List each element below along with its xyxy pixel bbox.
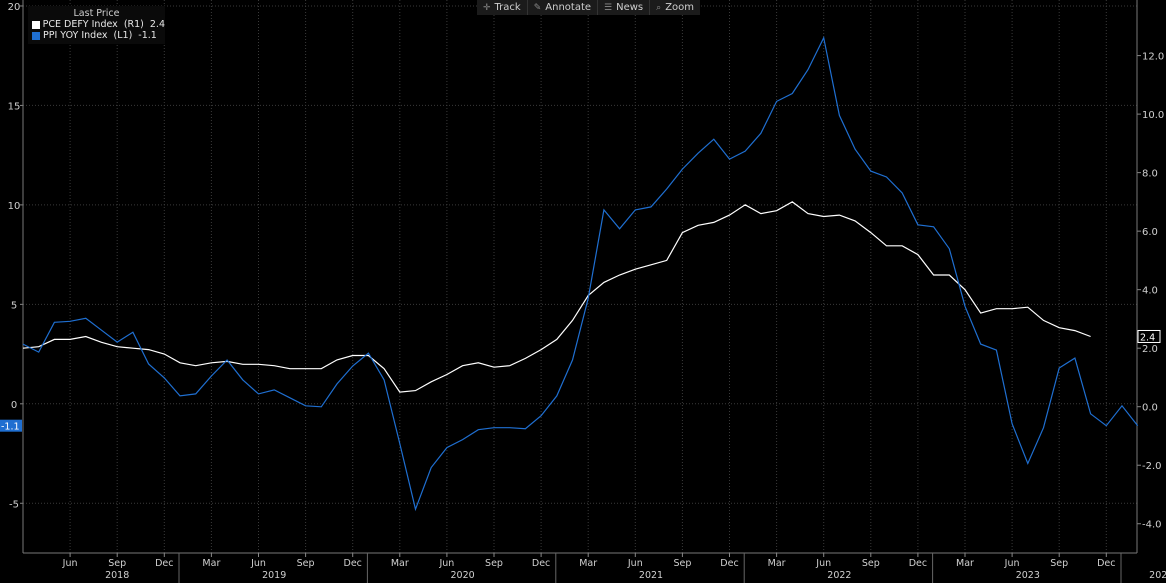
left-tick-label: 0 xyxy=(11,400,17,411)
x-month-label: Dec xyxy=(532,558,550,569)
x-month-label: Dec xyxy=(720,558,738,569)
x-month-label: Dec xyxy=(909,558,927,569)
legend-name-ppi: PPI YOY Index (L1) xyxy=(43,30,133,41)
zoom-button[interactable]: ⌕ Zoom xyxy=(650,0,700,15)
x-month-label: Sep xyxy=(862,558,880,569)
series-line-ppi xyxy=(22,35,1139,512)
x-year-label: 2020 xyxy=(451,570,475,581)
x-month-label: Jun xyxy=(1004,558,1020,569)
legend-name-pce: PCE DEFY Index (R1) xyxy=(42,19,144,30)
x-year-label: 2019 xyxy=(262,570,286,581)
right-tick-label: -2.0 xyxy=(1142,461,1162,472)
chart-legend: Last Price PCE DEFY Index (R1) 2.4 PPI Y… xyxy=(28,6,165,44)
crosshair-icon: ✛ xyxy=(483,2,491,13)
x-month-label: Mar xyxy=(391,558,409,569)
axes xyxy=(20,0,1141,583)
x-month-label: Dec xyxy=(155,558,173,569)
legend-swatch-ppi xyxy=(32,31,40,40)
news-label: News xyxy=(616,2,644,13)
news-button[interactable]: ☰ News xyxy=(598,0,651,15)
chart-canvas: 20 15 10 5 0 -5 12.0 10.0 8.0 6.0 4.0 2.0 0.0 -2.0 -4.… xyxy=(0,0,1166,583)
legend-header: Last Price xyxy=(73,8,120,19)
right-tick-label: 12.0 xyxy=(1142,52,1164,63)
axis-labels: 20 15 10 5 0 -5 12.0 10.0 8.0 6.0 4.0 2.0 0.0 -2.0 -4.… xyxy=(0,2,1166,581)
left-tick-label: 5 xyxy=(11,300,17,311)
x-month-label: Sep xyxy=(673,558,691,569)
legend-swatch-pce xyxy=(32,20,40,29)
pencil-icon: ✎ xyxy=(533,2,542,13)
right-tick-label: 0.0 xyxy=(1142,403,1158,414)
x-month-label: Jun xyxy=(250,558,266,569)
x-year-label: 2023 xyxy=(1016,570,1040,581)
x-month-label: Sep xyxy=(1050,558,1068,569)
left-tick-label: 15 xyxy=(8,101,21,112)
right-tick-label: 2.0 xyxy=(1142,344,1158,355)
x-month-label: Sep xyxy=(485,558,503,569)
annotate-button[interactable]: ✎ Annotate xyxy=(528,0,599,15)
zoom-label: Zoom xyxy=(665,2,695,13)
series-line-pce xyxy=(22,201,1091,393)
x-year-label: 2024 xyxy=(1149,570,1166,581)
x-month-label: Jun xyxy=(62,558,78,569)
x-month-label: Sep xyxy=(108,558,126,569)
legend-entry-pce[interactable]: PCE DEFY Index (R1) 2.4 xyxy=(32,19,165,30)
x-year-label: 2018 xyxy=(105,570,129,581)
right-tick-label: -4.0 xyxy=(1142,520,1162,531)
legend-value-pce: 2.4 xyxy=(149,19,165,30)
right-tick-label: 6.0 xyxy=(1142,227,1158,238)
legend-value-ppi: -1.1 xyxy=(138,30,157,41)
right-tick-label: 10.0 xyxy=(1142,110,1164,121)
x-year-label: 2021 xyxy=(639,570,663,581)
pce-last-value-label: 2.4 xyxy=(1140,332,1155,343)
left-tick-label: 20 xyxy=(8,2,21,13)
grid-lines xyxy=(23,0,1137,553)
x-month-label: Dec xyxy=(344,558,362,569)
series-lines xyxy=(22,35,1139,512)
left-tick-label: 10 xyxy=(8,201,21,212)
x-month-label: Jun xyxy=(438,558,454,569)
x-month-label: Mar xyxy=(768,558,786,569)
left-tick-label: -5 xyxy=(9,499,19,510)
magnifier-icon: ⌕ xyxy=(656,2,662,13)
legend-entry-ppi[interactable]: PPI YOY Index (L1) -1.1 xyxy=(32,30,165,41)
news-icon: ☰ xyxy=(604,2,613,13)
x-month-label: Mar xyxy=(956,558,974,569)
x-month-label: Sep xyxy=(297,558,315,569)
chart-toolbar: ✛ Track ✎ Annotate ☰ News ⌕ Zoom xyxy=(477,0,701,15)
right-tick-label: 4.0 xyxy=(1142,286,1158,297)
track-label: Track xyxy=(494,2,521,13)
x-month-label: Jun xyxy=(627,558,643,569)
x-month-label: Jun xyxy=(815,558,831,569)
x-month-label: Dec xyxy=(1097,558,1115,569)
x-month-label: Mar xyxy=(202,558,220,569)
x-year-label: 2022 xyxy=(827,570,851,581)
x-month-label: Mar xyxy=(579,558,597,569)
ppi-last-value-label: -1.1 xyxy=(1,422,20,433)
track-button[interactable]: ✛ Track xyxy=(477,0,528,15)
annotate-label: Annotate xyxy=(545,2,592,13)
right-tick-label: 8.0 xyxy=(1142,169,1158,180)
